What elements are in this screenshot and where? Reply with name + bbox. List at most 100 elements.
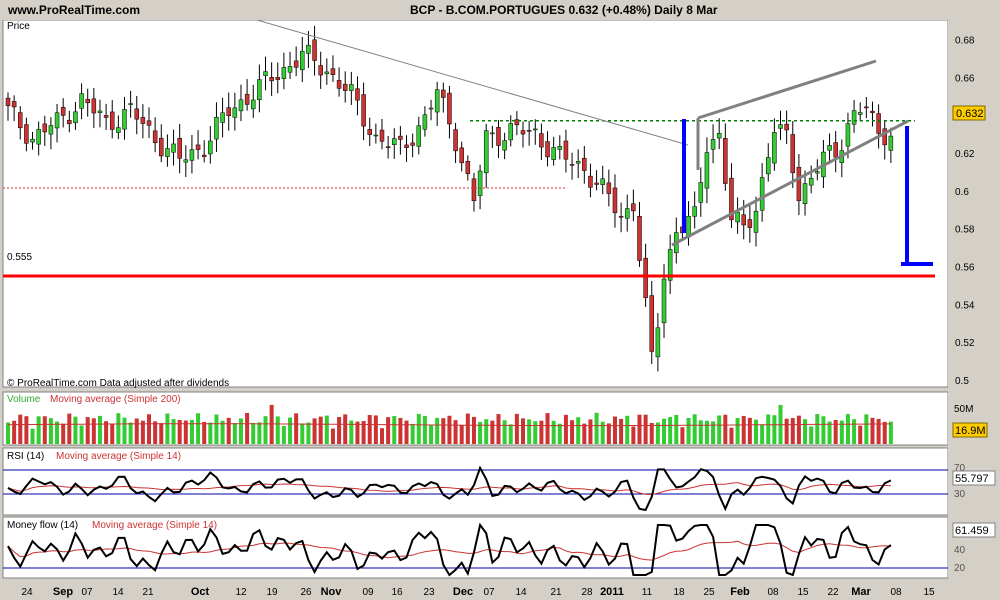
price-tick-label: 0.66 — [955, 73, 975, 84]
volume-bar — [61, 423, 66, 444]
volume-bar — [576, 417, 581, 444]
candle — [735, 212, 740, 223]
candle — [263, 71, 268, 76]
candle — [434, 89, 440, 113]
volume-bar — [257, 422, 262, 444]
volume-bar — [735, 418, 740, 444]
candle — [533, 128, 538, 131]
candle — [600, 178, 605, 185]
candle — [520, 130, 526, 135]
candle — [91, 98, 97, 114]
volume-bar — [790, 418, 795, 444]
volume-bar — [803, 419, 808, 444]
volume-bar — [153, 421, 158, 444]
date-tick-label: 2011 — [600, 586, 624, 598]
volume-bar — [91, 418, 96, 444]
candle — [851, 110, 857, 125]
candle — [281, 67, 287, 79]
volume-bar — [110, 424, 115, 444]
volume-bar — [845, 414, 850, 444]
volume-bar — [165, 413, 170, 444]
volume-bar — [809, 426, 814, 444]
candle — [563, 140, 569, 160]
date-tick-label: 15 — [797, 587, 809, 598]
volume-bar — [729, 427, 734, 444]
candle — [471, 178, 477, 202]
candle — [103, 115, 109, 118]
support-value-label: 0.555 — [7, 252, 32, 263]
candle — [747, 219, 753, 228]
mf-40-tick: 40 — [954, 545, 966, 556]
candle — [808, 177, 814, 186]
volume-bar — [79, 425, 84, 444]
candle — [287, 66, 293, 73]
candle — [269, 77, 274, 82]
candle — [330, 68, 336, 75]
candle — [888, 135, 894, 151]
volume-bar — [527, 419, 532, 444]
volume-bar — [643, 414, 648, 444]
candle — [171, 143, 176, 153]
candle — [698, 182, 704, 203]
date-tick-label: 25 — [703, 587, 715, 598]
candle — [214, 117, 219, 140]
candle — [569, 164, 575, 166]
volume-bar — [36, 416, 41, 444]
candle — [637, 216, 642, 261]
volume-bar — [281, 425, 286, 444]
mf-value: 61.459 — [955, 525, 989, 537]
volume-bar — [275, 416, 280, 444]
candle — [244, 93, 250, 105]
date-tick-label: Mar — [851, 586, 871, 598]
candle — [815, 171, 820, 174]
candle — [79, 93, 84, 109]
volume-bar — [30, 428, 35, 444]
volume-bar — [453, 420, 458, 444]
volume-bar — [232, 423, 237, 444]
volume-bar — [521, 418, 526, 444]
date-tick-label: 08 — [890, 587, 902, 598]
volume-bar — [263, 416, 268, 444]
date-tick-label: 22 — [827, 587, 839, 598]
volume-bar — [312, 418, 317, 444]
candle — [459, 147, 464, 164]
date-tick-label: 12 — [235, 587, 247, 598]
candle — [159, 137, 164, 157]
candle — [318, 65, 323, 76]
volume-bar — [649, 422, 654, 444]
rsi-value: 55.797 — [955, 473, 989, 485]
candle — [526, 130, 532, 132]
candle — [649, 295, 655, 352]
volume-value: 16.9M — [955, 425, 986, 437]
candle — [759, 177, 765, 211]
candle — [447, 92, 452, 125]
volume-bar — [435, 417, 440, 444]
volume-bar — [392, 416, 397, 444]
candle — [116, 127, 121, 133]
volume-bar — [324, 415, 329, 444]
candle — [349, 84, 354, 91]
candle — [36, 128, 41, 145]
price-tick-label: 0.6 — [955, 187, 969, 198]
candle — [477, 170, 483, 196]
volume-bar — [858, 425, 863, 444]
candle — [465, 160, 471, 174]
volume-bar — [496, 414, 501, 444]
candle — [398, 135, 403, 140]
volume-bar — [55, 421, 60, 444]
candle — [201, 154, 207, 157]
candle — [312, 39, 317, 61]
mf-label: Money flow (14) — [7, 520, 78, 531]
candle — [453, 129, 458, 152]
candle — [710, 139, 716, 150]
volume-bar — [373, 415, 378, 444]
candle — [367, 129, 372, 135]
date-tick-label: 11 — [642, 587, 653, 598]
volume-bar — [539, 420, 544, 444]
candle — [73, 111, 78, 124]
candle — [582, 157, 587, 171]
volume-bar — [343, 414, 348, 444]
candle — [631, 203, 636, 212]
candle — [612, 187, 618, 214]
volume-bar — [570, 420, 575, 444]
